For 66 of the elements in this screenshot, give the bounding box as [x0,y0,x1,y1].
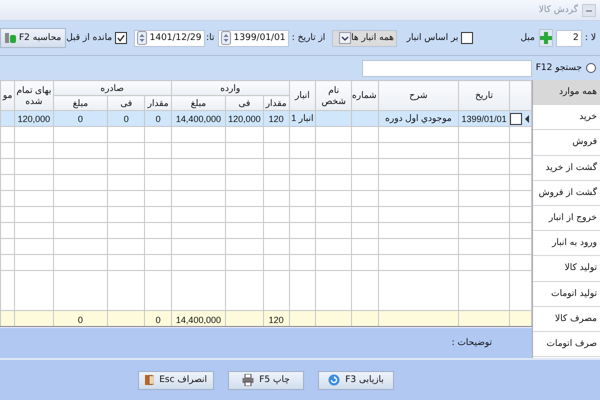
field-label: لا : [584,33,596,43]
checkbox[interactable] [510,112,522,124]
add-button[interactable] [538,29,554,47]
column-header: مبلغ [53,96,108,110]
column-header: شماره [352,80,378,110]
sidebar-item[interactable]: مصرف کالا [533,306,600,332]
action-button[interactable]: چاپ F5 [228,370,304,390]
quantity-field[interactable]: 2 [556,30,582,46]
checkbox-label: مانده از قبل [66,33,112,43]
column-group-header: وارده [171,80,290,96]
table-cell: موجودي اول دوره [378,110,459,126]
sidebar-item[interactable]: تولید اتومات [533,282,600,307]
date-field[interactable]: 1401/12/29 [134,30,204,46]
total-cell: 0 [53,310,108,326]
warehouse-dropdown[interactable]: همه انبار ها [332,30,397,46]
search-label: جستجو F12 [536,63,582,73]
spinner-icon [136,31,147,45]
column-header: شرح [378,80,459,110]
notes-label: توضیحات : [452,338,492,348]
column-header: مقدار [144,96,172,110]
field-label: مبل [520,33,535,43]
column-header: فی [226,96,264,110]
total-cell: 0 [144,310,172,326]
calculate-button[interactable]: محاسبه F2 [0,28,66,48]
table-cell: 0 [108,110,145,126]
table-cell: 120,000 [226,110,264,126]
search-field[interactable] [362,60,532,76]
checkbox[interactable] [461,32,474,44]
table-cell: 120 [263,110,290,126]
refresh-icon [328,374,340,386]
chevron-down-icon [340,34,349,42]
table-cell: 14,400,000 [171,110,226,126]
column-header: نام شخص [316,80,352,110]
action-button[interactable]: انصراف Esc [138,370,214,390]
field-label: تا: [206,33,214,43]
total-cell: 14,400,000 [171,310,226,326]
table-cell: 120,000 [14,110,54,126]
column-header: بهای تمام شده [14,80,54,110]
column-header: انبار [289,80,316,110]
column-header: فی [108,96,145,110]
total-cell: 120 [263,310,290,326]
minimize-button[interactable] [582,4,596,16]
table-cell: انبار 1 [289,110,316,126]
table-cell: 0 [144,110,172,126]
plus-icon [540,32,552,44]
column-header: مقدار [263,96,290,110]
sidebar-item[interactable]: همه موارد [533,80,600,106]
radio-button[interactable] [586,63,596,73]
checkbox[interactable] [115,32,128,44]
row-pointer-icon [524,114,530,122]
spinner-icon [220,31,231,45]
field-label: از تاریخ : [292,33,326,43]
table-cell: 0 [53,110,108,126]
column-header: تاریخ [458,80,510,110]
sidebar-item[interactable]: گشت از خرید [533,156,600,181]
date-field[interactable]: 1399/01/01 [218,30,289,46]
column-header: مو [0,80,15,110]
door-icon [145,374,154,386]
action-button[interactable]: بازیابی F3 [318,370,394,390]
checkbox-label: بر اساس انبار [406,33,458,43]
column-group-header: صادره [53,80,172,96]
table-cell: 1399/01/01 [458,110,510,126]
check-icon [116,33,126,43]
window-title: گردش کالا [538,5,578,15]
column-header: مبلغ [171,96,226,110]
printer-icon [242,374,254,386]
